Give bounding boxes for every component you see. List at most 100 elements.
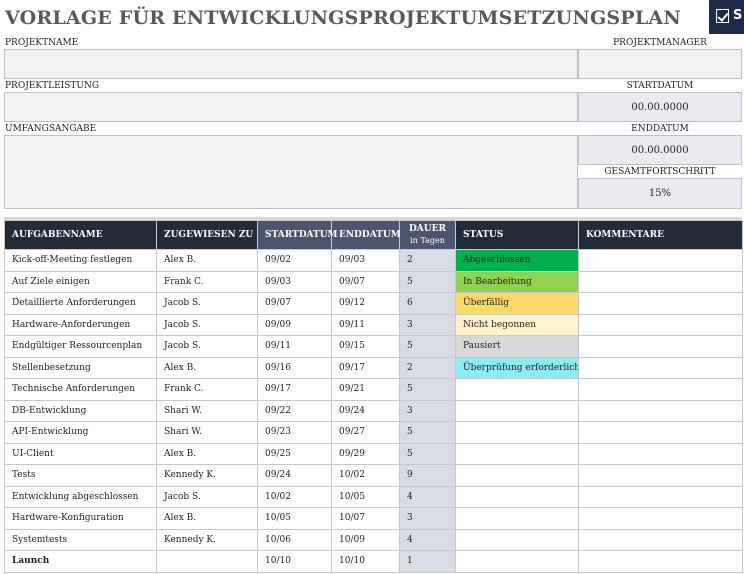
end-date-cell[interactable]: 09/21: [331, 378, 400, 401]
task-name-cell[interactable]: Hardware-Anforderungen: [4, 313, 157, 336]
end-date-cell[interactable]: 10/02: [331, 464, 400, 487]
duration-cell[interactable]: 9: [399, 464, 456, 487]
status-cell[interactable]: Überprüfung erforderlich: [455, 356, 579, 379]
duration-cell[interactable]: 5: [399, 421, 456, 444]
start-date-cell[interactable]: 09/24: [257, 464, 332, 487]
duration-cell[interactable]: 1: [399, 550, 456, 573]
duration-cell[interactable]: 3: [399, 507, 456, 530]
start-date-cell[interactable]: 09/02: [257, 249, 332, 272]
task-name-cell[interactable]: Stellenbesetzung: [4, 356, 157, 379]
start-date-cell[interactable]: 09/23: [257, 421, 332, 444]
task-name-cell[interactable]: Hardware-Konfiguration: [4, 507, 157, 530]
task-name-cell[interactable]: UI-Client: [4, 442, 157, 465]
assigned-cell[interactable]: Jacob S.: [156, 485, 258, 508]
assigned-cell[interactable]: Shari W.: [156, 421, 258, 444]
status-cell[interactable]: [455, 485, 579, 508]
comments-cell[interactable]: [578, 528, 743, 551]
task-name-cell[interactable]: Tests: [4, 464, 157, 487]
fortschritt-field[interactable]: 15%: [578, 178, 742, 209]
comments-cell[interactable]: [578, 550, 743, 573]
comments-cell[interactable]: [578, 378, 743, 401]
end-date-cell[interactable]: 09/15: [331, 335, 400, 358]
status-cell[interactable]: In Bearbeitung: [455, 270, 579, 293]
status-cell[interactable]: Pausiert: [455, 335, 579, 358]
task-name-cell[interactable]: API-Entwicklung: [4, 421, 157, 444]
comments-cell[interactable]: [578, 356, 743, 379]
projektname-field[interactable]: [4, 49, 578, 79]
end-date-cell[interactable]: 10/05: [331, 485, 400, 508]
start-date-cell[interactable]: 09/09: [257, 313, 332, 336]
start-date-cell[interactable]: 09/16: [257, 356, 332, 379]
start-date-cell[interactable]: 09/11: [257, 335, 332, 358]
comments-cell[interactable]: [578, 399, 743, 422]
end-date-cell[interactable]: 09/27: [331, 421, 400, 444]
end-date-cell[interactable]: 09/12: [331, 292, 400, 315]
task-name-cell[interactable]: Entwicklung abgeschlossen: [4, 485, 157, 508]
projektmanager-field[interactable]: [578, 49, 742, 79]
end-date-cell[interactable]: 09/29: [331, 442, 400, 465]
comments-cell[interactable]: [578, 421, 743, 444]
status-cell[interactable]: Nicht begonnen: [455, 313, 579, 336]
enddatum-field[interactable]: 00.00.0000: [578, 135, 742, 165]
assigned-cell[interactable]: Alex B.: [156, 507, 258, 530]
comments-cell[interactable]: [578, 485, 743, 508]
task-name-cell[interactable]: Kick-off-Meeting festlegen: [4, 249, 157, 272]
duration-cell[interactable]: 5: [399, 270, 456, 293]
task-name-cell[interactable]: Systemtests: [4, 528, 157, 551]
status-cell[interactable]: [455, 464, 579, 487]
duration-cell[interactable]: 5: [399, 335, 456, 358]
assigned-cell[interactable]: Frank C.: [156, 270, 258, 293]
comments-cell[interactable]: [578, 442, 743, 465]
duration-cell[interactable]: 4: [399, 485, 456, 508]
assigned-cell[interactable]: [156, 550, 258, 573]
comments-cell[interactable]: [578, 292, 743, 315]
status-cell[interactable]: [455, 442, 579, 465]
end-date-cell[interactable]: 09/11: [331, 313, 400, 336]
task-name-cell[interactable]: Detaillierte Anforderungen: [4, 292, 157, 315]
duration-cell[interactable]: 2: [399, 249, 456, 272]
assigned-cell[interactable]: Alex B.: [156, 249, 258, 272]
status-cell[interactable]: [455, 550, 579, 573]
duration-cell[interactable]: 5: [399, 442, 456, 465]
start-date-cell[interactable]: 09/03: [257, 270, 332, 293]
assigned-cell[interactable]: Jacob S.: [156, 335, 258, 358]
comments-cell[interactable]: [578, 507, 743, 530]
start-date-cell[interactable]: 09/22: [257, 399, 332, 422]
start-date-cell[interactable]: 10/02: [257, 485, 332, 508]
task-name-cell[interactable]: Auf Ziele einigen: [4, 270, 157, 293]
task-name-cell[interactable]: Technische Anforderungen: [4, 378, 157, 401]
task-name-cell[interactable]: Launch: [4, 550, 157, 573]
duration-cell[interactable]: 3: [399, 399, 456, 422]
end-date-cell[interactable]: 09/03: [331, 249, 400, 272]
startdatum-field[interactable]: 00.00.0000: [578, 92, 742, 122]
end-date-cell[interactable]: 09/24: [331, 399, 400, 422]
duration-cell[interactable]: 5: [399, 378, 456, 401]
duration-cell[interactable]: 2: [399, 356, 456, 379]
status-cell[interactable]: [455, 528, 579, 551]
comments-cell[interactable]: [578, 464, 743, 487]
task-name-cell[interactable]: DB-Entwicklung: [4, 399, 157, 422]
comments-cell[interactable]: [578, 249, 743, 272]
comments-cell[interactable]: [578, 335, 743, 358]
projektleistung-field[interactable]: [4, 92, 578, 122]
brand-logo[interactable]: S: [709, 0, 744, 34]
status-cell[interactable]: [455, 378, 579, 401]
assigned-cell[interactable]: Alex B.: [156, 356, 258, 379]
status-cell[interactable]: [455, 507, 579, 530]
status-cell[interactable]: Überfällig: [455, 292, 579, 315]
start-date-cell[interactable]: 09/17: [257, 378, 332, 401]
duration-cell[interactable]: 4: [399, 528, 456, 551]
assigned-cell[interactable]: Kennedy K.: [156, 528, 258, 551]
comments-cell[interactable]: [578, 313, 743, 336]
end-date-cell[interactable]: 09/17: [331, 356, 400, 379]
assigned-cell[interactable]: Jacob S.: [156, 292, 258, 315]
status-cell[interactable]: [455, 421, 579, 444]
task-name-cell[interactable]: Endgültiger Ressourcenplan: [4, 335, 157, 358]
end-date-cell[interactable]: 10/09: [331, 528, 400, 551]
status-cell[interactable]: [455, 399, 579, 422]
duration-cell[interactable]: 6: [399, 292, 456, 315]
assigned-cell[interactable]: Frank C.: [156, 378, 258, 401]
start-date-cell[interactable]: 10/06: [257, 528, 332, 551]
comments-cell[interactable]: [578, 270, 743, 293]
end-date-cell[interactable]: 10/07: [331, 507, 400, 530]
